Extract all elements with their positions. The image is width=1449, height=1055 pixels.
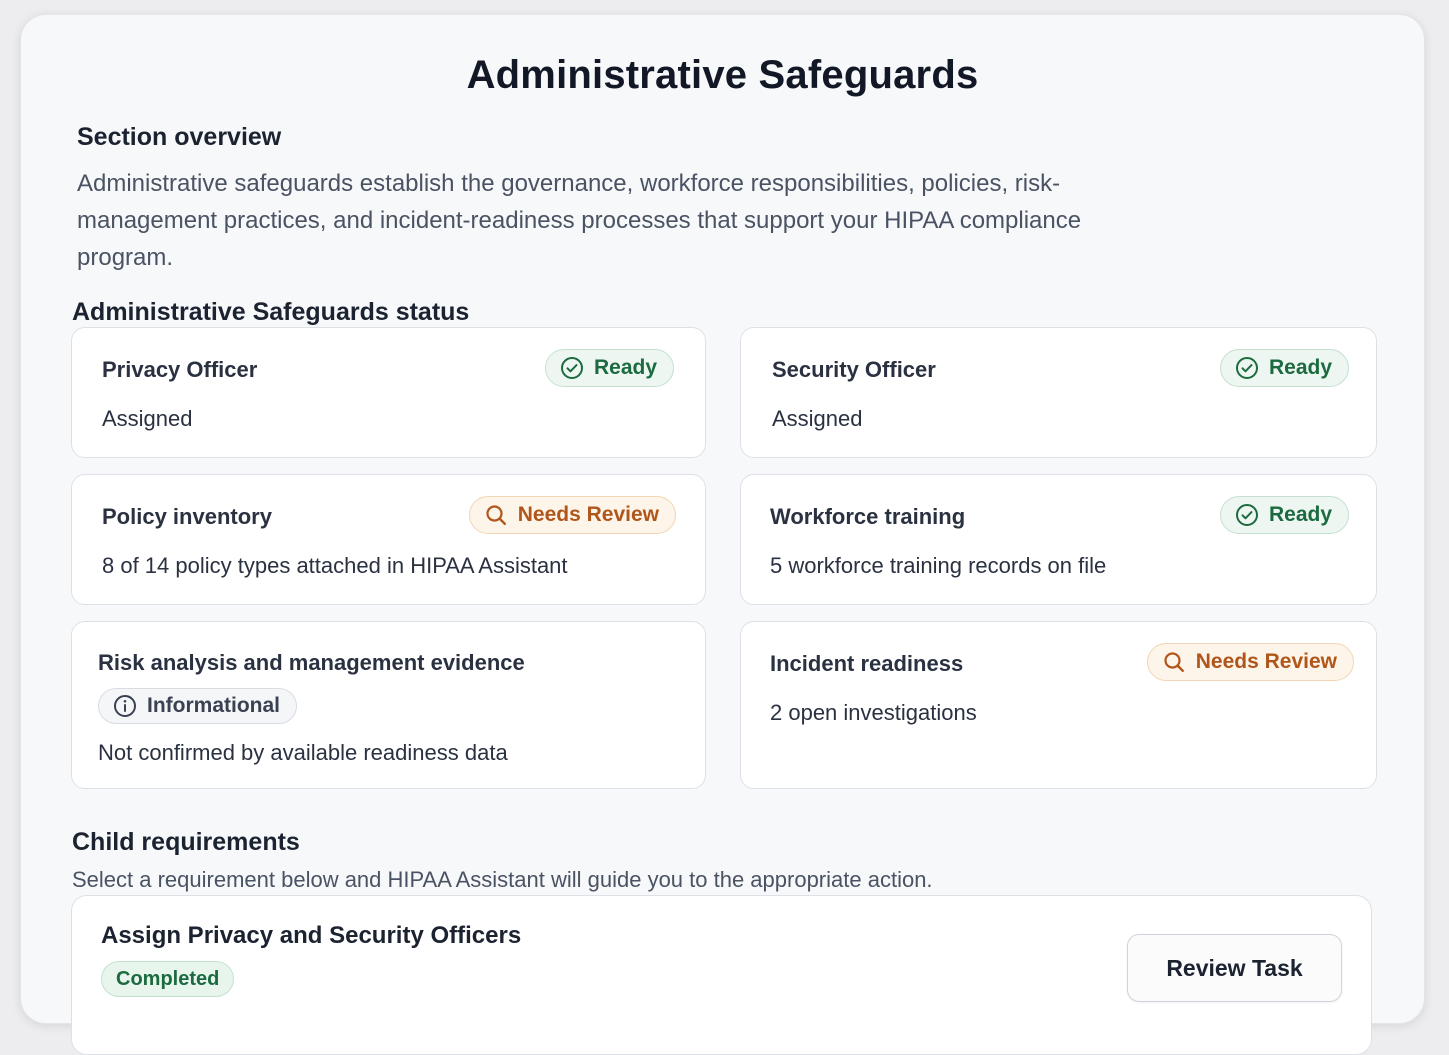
child-requirements-heading: Child requirements: [72, 828, 300, 856]
status-heading: Administrative Safeguards status: [72, 298, 470, 326]
card-title: Workforce training: [770, 504, 966, 529]
card-title: Incident readiness: [770, 651, 964, 676]
requirement-card-assign-officers[interactable]: Assign Privacy and Security Officers Com…: [71, 895, 1372, 1055]
card-detail: Assigned: [772, 406, 863, 431]
status-badge-label: Needs Review: [1195, 650, 1337, 673]
status-badge: Ready: [544, 349, 674, 387]
review-task-button[interactable]: Review Task: [1127, 934, 1342, 1002]
card-title: Privacy Officer: [102, 357, 258, 382]
status-badge-label: Ready: [1268, 503, 1332, 526]
search-icon: [486, 505, 506, 525]
status-badge: Needs Review: [1146, 643, 1354, 681]
card-detail: Not confirmed by available readiness dat…: [98, 740, 508, 765]
status-card-incident-readiness: Incident readiness Needs Review 2 open i…: [740, 621, 1377, 789]
page-title: Administrative Safeguards: [466, 53, 979, 97]
check-circle-icon: [560, 357, 583, 379]
check-circle-icon: [1235, 357, 1258, 379]
status-badge-label: Ready: [1268, 356, 1332, 379]
card-title: Security Officer: [772, 357, 936, 382]
requirement-status-badge: Completed: [101, 961, 235, 997]
status-card-risk-analysis: Risk analysis and management evidence In…: [71, 621, 706, 789]
info-circle-icon: [114, 695, 136, 717]
card-detail: Assigned: [102, 406, 193, 431]
card-title: Risk analysis and management evidence: [98, 650, 525, 675]
section-overview-text: Administrative safeguards establish the …: [77, 170, 1082, 271]
status-badge-label: Ready: [593, 356, 657, 379]
requirement-title: Assign Privacy and Security Officers: [101, 922, 522, 949]
card-detail: 2 open investigations: [770, 700, 977, 725]
safeguards-panel: Administrative Safeguards Section overvi…: [20, 14, 1425, 1055]
child-requirements-subtitle: Select a requirement below and HIPAA Ass…: [72, 867, 933, 892]
status-badge: Ready: [1219, 496, 1349, 534]
card-detail: 5 workforce training records on file: [770, 553, 1107, 578]
search-icon: [1164, 652, 1184, 672]
status-badge-label: Needs Review: [517, 503, 659, 526]
section-overview-heading: Section overview: [77, 123, 282, 151]
status-badge: Informational: [98, 688, 298, 724]
status-card-policy-inventory: Policy inventory Needs Review 8 of 14 po…: [71, 474, 706, 605]
card-detail: 8 of 14 policy types attached in HIPAA A…: [102, 553, 568, 578]
status-badge-label: Informational: [147, 694, 281, 717]
check-circle-icon: [1235, 504, 1258, 526]
status-badge: Ready: [1219, 349, 1349, 387]
card-title: Policy inventory: [102, 504, 272, 529]
status-card-privacy-officer: Privacy Officer Ready Assigned: [71, 327, 706, 458]
status-card-workforce-training: Workforce training Ready 5 workforce tra…: [740, 474, 1377, 605]
status-badge: Needs Review: [468, 496, 676, 534]
status-card-security-officer: Security Officer Ready Assigned: [740, 327, 1377, 458]
